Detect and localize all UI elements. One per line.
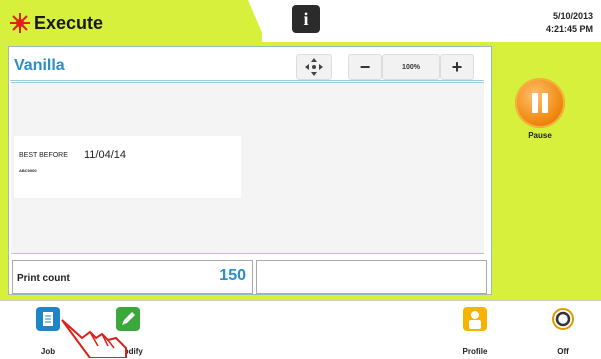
- pause-label: Pause: [528, 131, 552, 140]
- zoom-out-icon: −: [359, 56, 371, 77]
- print-count-box: Print count 150: [12, 260, 253, 294]
- info-icon: i: [303, 8, 309, 29]
- page-title: Execute: [34, 13, 104, 33]
- best-before-date: 11/04/14: [84, 149, 127, 161]
- print-count-value: 150: [219, 267, 246, 284]
- status-box: [256, 260, 487, 294]
- batch-code: ABC0000: [19, 168, 37, 173]
- power-off-icon: [551, 307, 575, 331]
- label-preview: BEST BEFORE 11/04/14 ABC0000: [14, 136, 241, 198]
- profile-icon: [463, 307, 487, 331]
- zoom-level: 100%: [382, 54, 440, 80]
- best-before-text: BEST BEFORE: [19, 152, 68, 159]
- date-text: 5/10/2013: [552, 11, 593, 21]
- laser-burst-icon: [10, 13, 30, 33]
- zoom-out-button[interactable]: −: [348, 54, 382, 80]
- job-toolbar: Vanilla − 100% +: [10, 52, 484, 81]
- info-button[interactable]: i: [292, 5, 320, 33]
- job-icon: [36, 307, 60, 331]
- zoom-in-icon: +: [451, 56, 463, 77]
- app-frame: Execute i 5/10/2013 4:21:45 PM Vanilla −…: [0, 0, 601, 359]
- move-button[interactable]: [296, 54, 332, 80]
- profile-label: Profile: [462, 347, 488, 356]
- pause-button[interactable]: [515, 78, 565, 128]
- move-icon: [305, 58, 323, 76]
- print-count-label: Print count: [17, 273, 70, 284]
- zoom-level-text: 100%: [402, 63, 420, 71]
- zoom-in-button[interactable]: +: [440, 54, 474, 80]
- job-name: Vanilla: [14, 57, 65, 74]
- off-button[interactable]: Off: [543, 307, 583, 357]
- time-text: 4:21:45 PM: [545, 24, 593, 34]
- profile-button[interactable]: Profile: [455, 307, 495, 357]
- off-label: Off: [557, 347, 569, 356]
- datetime-display: 5/10/2013 4:21:45 PM: [546, 10, 593, 36]
- hand-pointer-icon: [61, 319, 127, 358]
